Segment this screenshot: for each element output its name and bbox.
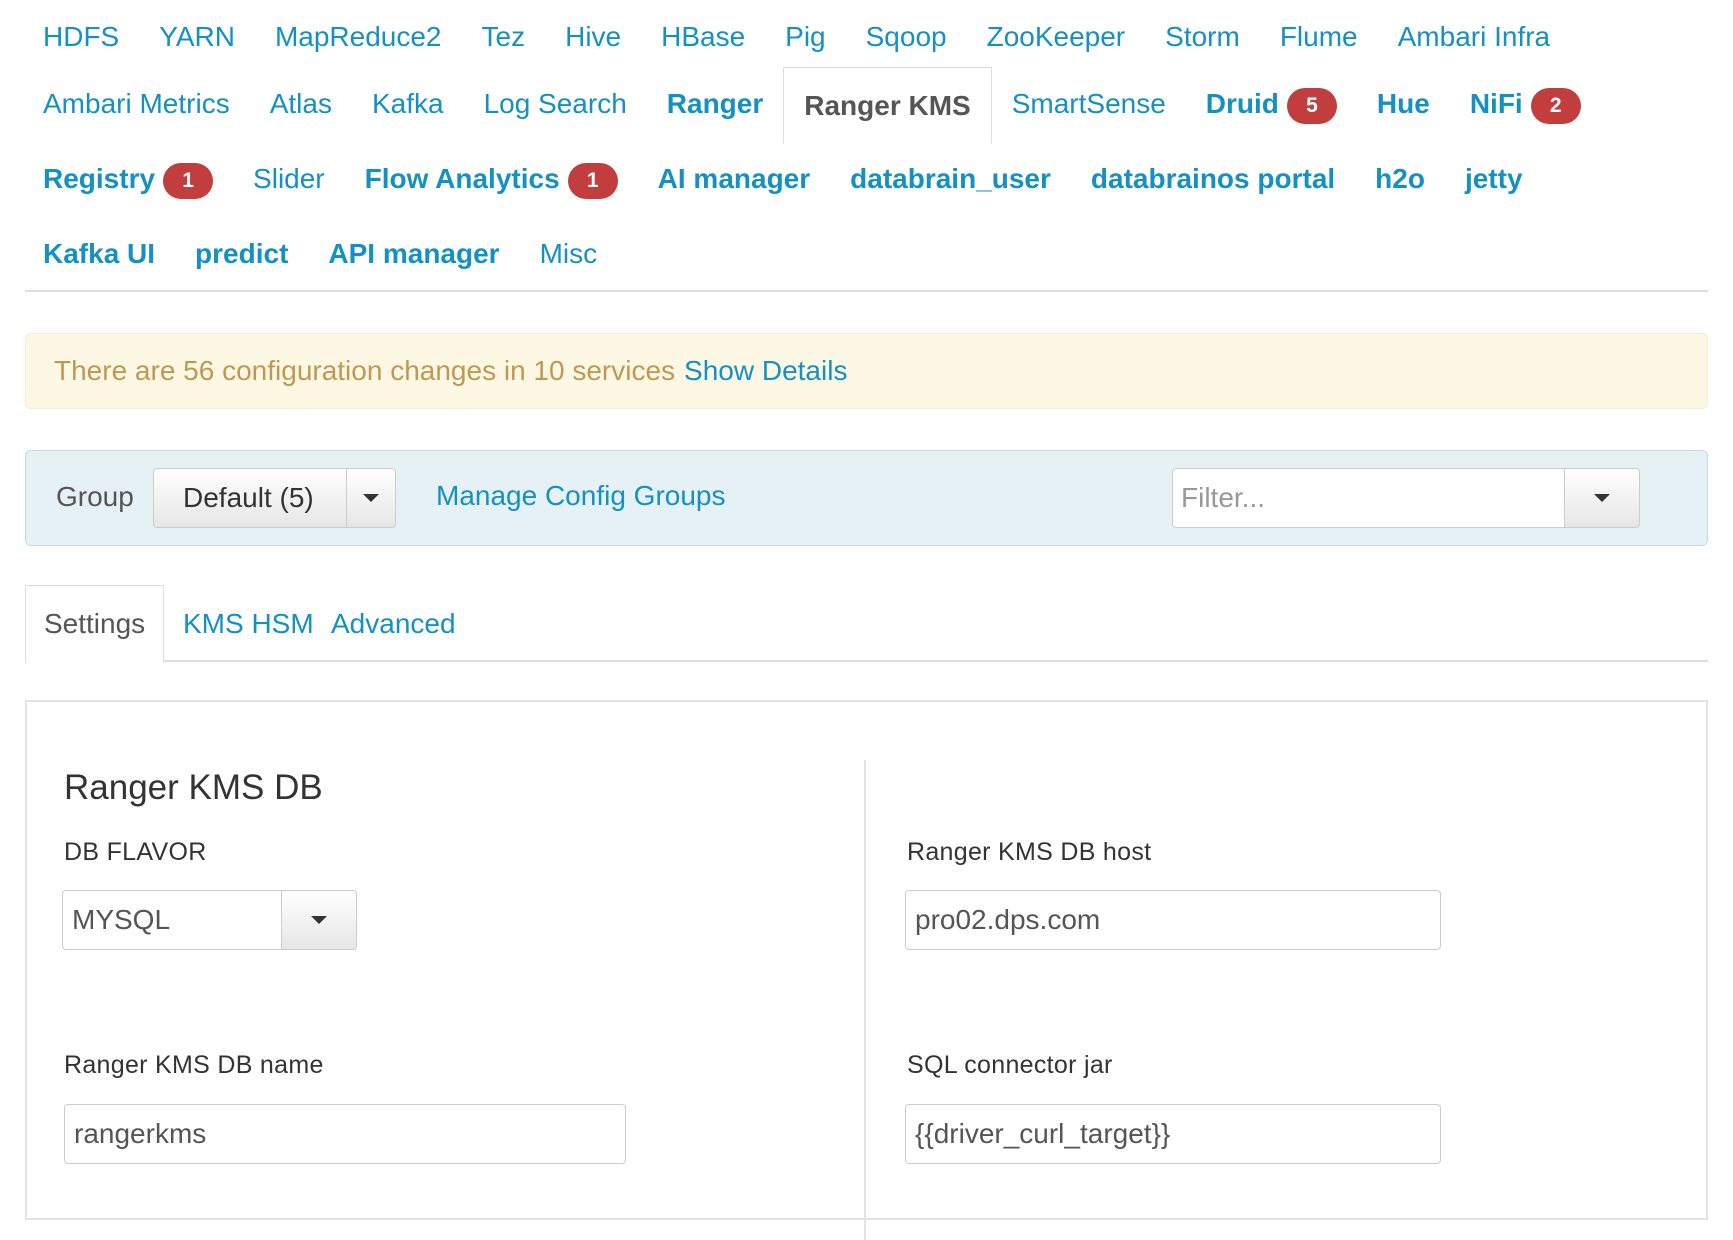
service-tab-row: Registry 1 Slider Flow Analytics 1 AI ma… — [25, 142, 1543, 216]
service-tabs: HDFS YARN MapReduce2 Tez Hive HBase Pig … — [25, 0, 1708, 292]
service-tab-kafka-ui[interactable]: Kafka UI — [25, 217, 175, 291]
sql-connector-jar-label: SQL connector jar — [907, 1051, 1113, 1079]
db-flavor-select[interactable]: MYSQL — [62, 890, 282, 950]
filter-input[interactable] — [1172, 468, 1565, 528]
caret-down-icon — [1594, 494, 1610, 502]
alert-count-badge: 5 — [1286, 88, 1337, 124]
column-divider — [864, 760, 866, 1240]
service-tab-label: Flow Analytics — [364, 163, 560, 194]
service-tab-label: Registry — [43, 163, 156, 194]
service-tab-ranger[interactable]: Ranger — [647, 67, 783, 141]
db-name-input[interactable] — [64, 1104, 626, 1164]
alert-count-badge: 1 — [163, 163, 214, 199]
service-tab-row: HDFS YARN MapReduce2 Tez Hive HBase Pig … — [25, 0, 1570, 74]
service-tab-zookeeper[interactable]: ZooKeeper — [967, 0, 1146, 74]
filter-dropdown-toggle[interactable] — [1564, 468, 1640, 528]
alert-count-badge: 2 — [1530, 88, 1581, 124]
service-tab-label: NiFi — [1469, 88, 1523, 119]
service-tab-yarn[interactable]: YARN — [139, 0, 255, 74]
service-tab-slider[interactable]: Slider — [233, 142, 345, 216]
service-tab-hive[interactable]: Hive — [545, 0, 641, 74]
service-tab-atlas[interactable]: Atlas — [250, 67, 352, 141]
service-tab-row: Kafka UI predict API manager Misc — [25, 217, 617, 291]
caret-down-icon — [363, 494, 379, 502]
service-tab-nifi[interactable]: NiFi 2 — [1450, 67, 1601, 141]
service-tab-smartsense[interactable]: SmartSense — [992, 67, 1186, 141]
service-tab-api-manager[interactable]: API manager — [308, 217, 519, 291]
sql-connector-jar-input[interactable] — [905, 1104, 1441, 1164]
group-label: Group — [56, 481, 134, 512]
service-tab-jetty[interactable]: jetty — [1445, 142, 1543, 216]
service-tab-registry[interactable]: Registry 1 — [25, 142, 233, 216]
service-tab-sqoop[interactable]: Sqoop — [846, 0, 967, 74]
tab-advanced[interactable]: Advanced — [313, 585, 474, 662]
manage-config-groups-link[interactable]: Manage Config Groups — [436, 480, 726, 512]
db-host-input[interactable] — [905, 890, 1441, 950]
config-group-dropdown-toggle[interactable] — [346, 468, 396, 528]
config-changes-alert: There are 56 configuration changes in 10… — [25, 333, 1708, 409]
tab-kms-hsm[interactable]: KMS HSM — [165, 585, 332, 662]
service-tab-flume[interactable]: Flume — [1260, 0, 1378, 74]
service-tab-kafka[interactable]: Kafka — [352, 67, 464, 141]
db-flavor-dropdown-toggle[interactable] — [281, 890, 357, 950]
service-tab-predict[interactable]: predict — [175, 217, 308, 291]
settings-panel: Ranger KMS DB DB FLAVOR MYSQL Ranger KMS… — [25, 700, 1708, 1240]
show-details-link[interactable]: Show Details — [684, 355, 847, 387]
service-tab-h2o[interactable]: h2o — [1355, 142, 1445, 216]
service-tab-ranger-kms[interactable]: Ranger KMS — [783, 67, 992, 144]
service-tab-ai-manager[interactable]: AI manager — [638, 142, 831, 216]
service-tab-databrainos-portal[interactable]: databrainos portal — [1071, 142, 1355, 216]
config-group-bar: Group Default (5) Manage Config Groups — [25, 450, 1708, 546]
config-page: HDFS YARN MapReduce2 Tez Hive HBase Pig … — [25, 0, 1708, 1240]
db-name-label: Ranger KMS DB name — [64, 1051, 324, 1079]
db-flavor-label: DB FLAVOR — [64, 838, 207, 866]
service-tab-label: Druid — [1205, 88, 1279, 119]
service-tab-misc[interactable]: Misc — [520, 217, 618, 291]
service-tab-pig[interactable]: Pig — [765, 0, 845, 74]
service-tab-mapreduce2[interactable]: MapReduce2 — [255, 0, 462, 74]
service-tab-tez[interactable]: Tez — [462, 0, 546, 74]
service-tab-ambari-metrics[interactable]: Ambari Metrics — [25, 67, 250, 141]
service-tab-ambari-infra[interactable]: Ambari Infra — [1378, 0, 1571, 74]
db-host-label: Ranger KMS DB host — [907, 838, 1152, 866]
service-tab-storm[interactable]: Storm — [1145, 0, 1260, 74]
service-tab-hue[interactable]: Hue — [1357, 67, 1450, 141]
service-tab-hbase[interactable]: HBase — [641, 0, 765, 74]
service-tab-log-search[interactable]: Log Search — [464, 67, 647, 141]
service-tab-druid[interactable]: Druid 5 — [1186, 67, 1357, 141]
service-tab-hdfs[interactable]: HDFS — [25, 0, 139, 74]
caret-down-icon — [311, 916, 327, 924]
alert-count-badge: 1 — [567, 163, 618, 199]
config-sub-tabs: Settings KMS HSM Advanced — [25, 585, 1708, 664]
service-tab-flow-analytics[interactable]: Flow Analytics 1 — [345, 142, 638, 216]
section-title: Ranger KMS DB — [64, 768, 323, 807]
service-tab-row: Ambari Metrics Atlas Kafka Log Search Ra… — [25, 67, 1601, 144]
alert-text: There are 56 configuration changes in 10… — [54, 355, 676, 386]
tab-settings[interactable]: Settings — [25, 585, 165, 664]
service-tab-databrain-user[interactable]: databrain_user — [830, 142, 1071, 216]
